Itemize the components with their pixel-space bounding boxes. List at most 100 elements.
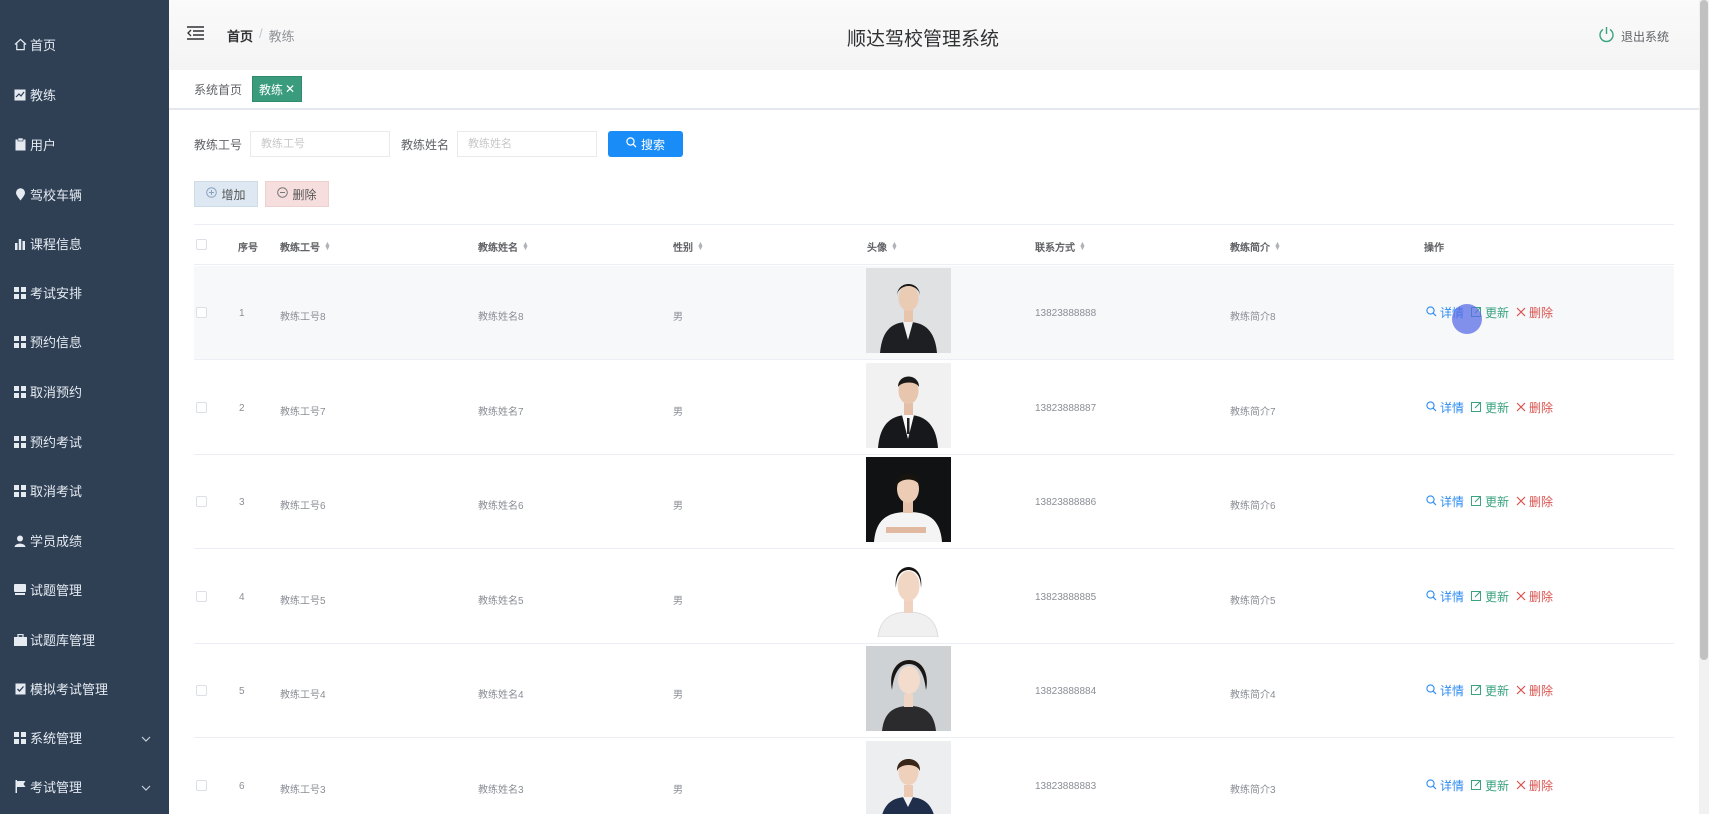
column-header-index: 序号 (238, 243, 258, 254)
coach-id-label: 教练工号 (194, 138, 243, 152)
sidebar-item-coach[interactable]: 教练 (0, 70, 169, 119)
cursor-highlight (1452, 304, 1482, 334)
delete-button[interactable]: 删除 (265, 181, 329, 207)
avatar[interactable] (866, 457, 951, 542)
row-checkbox[interactable] (196, 591, 207, 602)
sort-icon[interactable]: ▲ ▼ (522, 241, 529, 252)
cell-coach-id: 教练工号5 (280, 596, 326, 607)
update-button[interactable]: 更新 (1471, 588, 1509, 605)
sidebar-item-exam-schedule[interactable]: 考试安排 (0, 268, 169, 317)
search-icon (1426, 778, 1437, 793)
sidebar-item-question-bank[interactable]: 试题库管理 (0, 615, 169, 664)
sidebar-item-course[interactable]: 课程信息 (0, 219, 169, 268)
detail-button[interactable]: 详情 (1426, 588, 1464, 605)
update-button[interactable]: 更新 (1471, 493, 1509, 510)
sidebar-item-mock-exam[interactable]: 模拟考试管理 (0, 664, 169, 713)
edit-icon (1471, 590, 1482, 604)
column-header-coach-name[interactable]: 教练姓名 ▲ ▼ (478, 239, 529, 255)
table-row[interactable]: 2 教练工号7 教练姓名7 男 13823888887 教练简介7 详情 更新 … (194, 361, 1674, 455)
row-delete-button[interactable]: 删除 (1516, 493, 1553, 510)
add-button[interactable]: 增加 (194, 181, 258, 207)
sidebar-item-home[interactable]: 首页 (0, 20, 169, 69)
sidebar-item-booking[interactable]: 预约信息 (0, 317, 169, 366)
avatar[interactable] (866, 552, 951, 637)
edit-icon (1471, 779, 1482, 793)
menu-toggle-icon[interactable] (187, 26, 204, 43)
row-checkbox[interactable] (196, 780, 207, 791)
row-delete-button[interactable]: 删除 (1516, 399, 1553, 416)
sidebar-item-cancel-booking[interactable]: 取消预约 (0, 367, 169, 416)
cell-intro: 教练简介5 (1230, 596, 1276, 607)
update-button[interactable]: 更新 (1471, 399, 1509, 416)
close-icon[interactable]: ✕ (285, 82, 295, 96)
detail-button[interactable]: 详情 (1426, 682, 1464, 699)
row-checkbox[interactable] (196, 402, 207, 413)
logout-button[interactable]: 退出系统 (1598, 26, 1669, 46)
table-row[interactable]: 4 教练工号5 教练姓名5 男 13823888885 教练简介5 详情 更新 … (194, 550, 1674, 644)
column-header-phone[interactable]: 联系方式 ▲ ▼ (1035, 239, 1086, 255)
cell-coach-name: 教练姓名7 (478, 407, 524, 418)
sidebar-item-book-exam[interactable]: 预约考试 (0, 417, 169, 466)
sidebar-item-system[interactable]: 系统管理 (0, 713, 169, 762)
sidebar-item-questions[interactable]: 试题管理 (0, 565, 169, 614)
search-button[interactable]: 搜索 (608, 131, 683, 157)
scrollbar[interactable] (1699, 0, 1709, 814)
row-delete-button[interactable]: 删除 (1516, 304, 1553, 321)
sort-icon[interactable]: ▲ ▼ (324, 241, 331, 252)
sort-icon[interactable]: ▲ ▼ (697, 241, 704, 252)
coach-table: 序号 教练工号 ▲ ▼ 教练姓名 ▲ ▼ 性别 ▲ ▼ 头像 ▲ ▼ 联系方式 ▲ ▼ 教练简介 ▲ ▼… (194, 224, 1674, 814)
cell-gender: 男 (673, 785, 683, 796)
tag-home[interactable]: 系统首页 (194, 81, 242, 98)
tag-coach[interactable]: 教练 ✕ (252, 76, 303, 102)
column-header-gender[interactable]: 性别 ▲ ▼ (673, 239, 704, 255)
row-checkbox[interactable] (196, 496, 207, 507)
column-header-avatar[interactable]: 头像 ▲ ▼ (867, 239, 898, 255)
sort-icon[interactable]: ▲ ▼ (891, 241, 898, 252)
row-delete-button[interactable]: 删除 (1516, 588, 1553, 605)
cell-coach-name: 教练姓名8 (478, 312, 524, 323)
coach-name-input[interactable] (457, 131, 597, 157)
sort-icon[interactable]: ▲ ▼ (1274, 241, 1281, 252)
row-actions: 详情 更新 删除 (1426, 777, 1553, 794)
sidebar-item-cancel-exam[interactable]: 取消考试 (0, 466, 169, 515)
breadcrumb: 首页 / 教练 (227, 26, 295, 45)
cell-phone: 13823888887 (1035, 403, 1097, 414)
select-all-checkbox[interactable] (196, 239, 207, 250)
breadcrumb-home[interactable]: 首页 (227, 26, 253, 45)
detail-button[interactable]: 详情 (1426, 493, 1464, 510)
sort-icon[interactable]: ▲ ▼ (1079, 241, 1086, 252)
sidebar-item-label: 课程信息 (30, 237, 83, 252)
scrollbar-thumb[interactable] (1700, 0, 1708, 660)
avatar[interactable] (866, 646, 951, 731)
cell-index: 6 (239, 781, 245, 792)
sidebar-item-exam-mgmt[interactable]: 考试管理 (0, 762, 169, 811)
coach-id-input[interactable] (250, 131, 390, 157)
header: 首页 / 教练 顺达驾校管理系统 退出系统 (169, 0, 1699, 70)
update-button[interactable]: 更新 (1471, 682, 1509, 699)
detail-button[interactable]: 详情 (1426, 399, 1464, 416)
clipboard-icon (13, 138, 27, 152)
sidebar-item-label: 驾校车辆 (30, 188, 83, 203)
table-row[interactable]: 6 教练工号3 教练姓名3 男 13823888883 教练简介3 详情 更新 … (194, 739, 1674, 814)
detail-button[interactable]: 详情 (1426, 777, 1464, 794)
row-checkbox[interactable] (196, 685, 207, 696)
row-delete-button[interactable]: 删除 (1516, 777, 1553, 794)
sidebar-item-scores[interactable]: 学员成绩 (0, 516, 169, 565)
table-row[interactable]: 3 教练工号6 教练姓名6 男 13823888886 教练简介6 详情 更新 … (194, 455, 1674, 549)
column-header-coach-id[interactable]: 教练工号 ▲ ▼ (280, 239, 331, 255)
avatar[interactable] (866, 741, 951, 814)
table-row[interactable]: 5 教练工号4 教练姓名4 男 13823888884 教练简介4 详情 更新 … (194, 644, 1674, 738)
sidebar-item-user[interactable]: 用户 (0, 120, 169, 169)
column-header-intro[interactable]: 教练简介 ▲ ▼ (1230, 239, 1281, 255)
add-button-label: 增加 (221, 187, 246, 202)
row-checkbox[interactable] (196, 307, 207, 318)
avatar[interactable] (866, 268, 951, 353)
avatar[interactable] (866, 363, 951, 448)
row-delete-button[interactable]: 删除 (1516, 682, 1553, 699)
grid-icon (13, 385, 27, 399)
cell-gender: 男 (673, 407, 683, 418)
update-button[interactable]: 更新 (1471, 777, 1509, 794)
sidebar-item-vehicle[interactable]: 驾校车辆 (0, 170, 169, 219)
cell-gender: 男 (673, 501, 683, 512)
cell-coach-id: 教练工号7 (280, 407, 326, 418)
